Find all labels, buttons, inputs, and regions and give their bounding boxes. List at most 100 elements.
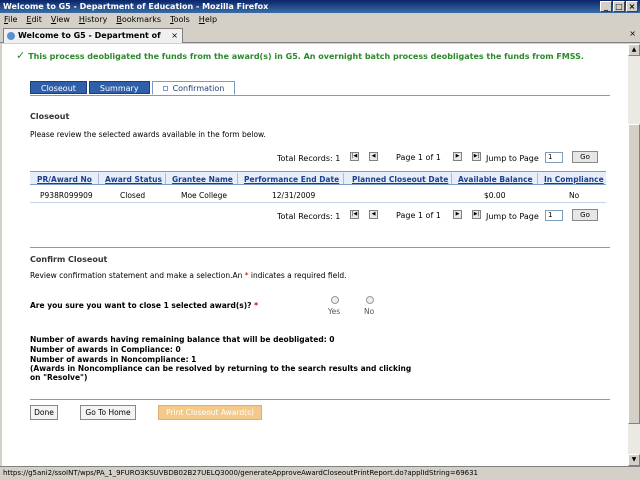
- next-page-icon[interactable]: ▶: [453, 152, 462, 161]
- tabs-divider: [30, 95, 610, 96]
- required-mark: *: [254, 301, 259, 310]
- minimize-button[interactable]: _: [600, 1, 612, 12]
- go-button[interactable]: Go: [572, 209, 598, 221]
- jump-page-input[interactable]: 1: [545, 210, 563, 221]
- stat-compliance: Number of awards in Compliance: 0: [30, 345, 181, 354]
- closeout-heading: Closeout: [30, 112, 70, 121]
- checkmark-icon: ✓: [16, 49, 26, 62]
- yes-label: Yes: [328, 307, 341, 316]
- yes-radio[interactable]: [331, 296, 339, 304]
- stat-noncompliance: Number of awards in Noncompliance: 1: [30, 355, 197, 364]
- cell-available-balance: $0.00: [484, 191, 506, 200]
- site-favicon-icon: [7, 32, 15, 40]
- noncompliance-note-line2: on "Resolve"): [30, 373, 88, 382]
- cell-award-status: Closed: [120, 191, 146, 200]
- status-bar: https://g5ani2/ssoINT/wps/PA_1_9FURO3KSU…: [0, 466, 640, 480]
- window-title: Welcome to G5 - Department of Education …: [3, 2, 269, 11]
- column-divider: [98, 173, 99, 184]
- col-in-compliance[interactable]: In Compliance: [544, 175, 604, 184]
- closeout-instructions: Please review the selected awards availa…: [30, 130, 266, 139]
- scroll-up-icon[interactable]: ▲: [628, 44, 640, 56]
- print-closeout-list-button[interactable]: Print Closeout Award(s) List: [158, 405, 262, 430]
- noncompliance-note-line1: (Awards in Noncompliance can be resolved…: [30, 364, 412, 373]
- first-page-icon[interactable]: |◀: [350, 152, 359, 161]
- instructions-post: indicates a required field.: [248, 271, 347, 280]
- stat-remaining-balance: Number of awards having remaining balanc…: [30, 335, 335, 344]
- page-content: ✓ This process deobligated the funds from…: [2, 44, 628, 466]
- tab-close-icon[interactable]: ×: [171, 29, 178, 42]
- menu-bar: File Edit View History Bookmarks Tools H…: [0, 13, 640, 26]
- menu-edit[interactable]: Edit: [26, 13, 42, 26]
- success-message: ✓ This process deobligated the funds from…: [16, 49, 584, 62]
- total-records: Total Records: 1: [277, 212, 341, 221]
- page-icon: [162, 86, 168, 91]
- last-page-icon[interactable]: ▶|: [472, 152, 481, 161]
- no-label: No: [364, 307, 375, 316]
- tab-confirmation-label: Confirmation: [172, 84, 225, 93]
- confirm-instructions: Review confirmation statement and make a…: [30, 271, 347, 280]
- column-divider: [237, 173, 238, 184]
- tab-summary[interactable]: Summary: [88, 81, 150, 94]
- confirm-heading: Confirm Closeout: [30, 255, 108, 264]
- col-award-no[interactable]: PR/Award No: [37, 175, 92, 184]
- jump-to-page-label: Jump to Page: [486, 212, 539, 221]
- prev-page-icon[interactable]: ◀: [369, 152, 378, 161]
- column-divider: [343, 173, 344, 184]
- awards-table-header: PR/Award No Award Status Grantee Name Pe…: [30, 171, 606, 185]
- close-window-button[interactable]: ×: [626, 1, 638, 12]
- cell-award-no: P938R099909: [40, 191, 93, 200]
- browser-tab-bar: Welcome to G5 - Department of Edu... ×: [0, 26, 640, 53]
- close-tab-icon[interactable]: ×: [629, 29, 636, 38]
- col-performance-end-date[interactable]: Performance End Date: [244, 175, 339, 184]
- pager-top: Total Records: 1 |◀ ◀ Page 1 of 1 ▶ ▶| J…: [2, 151, 628, 165]
- pager-bottom: Total Records: 1 |◀ ◀ Page 1 of 1 ▶ ▶| J…: [2, 209, 628, 223]
- menu-view[interactable]: View: [51, 13, 70, 26]
- menu-history[interactable]: History: [79, 13, 107, 26]
- go-to-home-button[interactable]: Go To Home: [80, 405, 136, 420]
- menu-help[interactable]: Help: [199, 13, 217, 26]
- column-divider: [165, 173, 166, 184]
- cell-grantee-name: Moe College: [181, 191, 228, 200]
- col-grantee-name[interactable]: Grantee Name: [172, 175, 233, 184]
- first-page-icon[interactable]: |◀: [350, 210, 359, 219]
- question-text: Are you sure you want to close 1 selecte…: [30, 301, 252, 310]
- process-tabs: Closeout Summary Confirmation: [30, 81, 236, 95]
- col-available-balance[interactable]: Available Balance: [458, 175, 533, 184]
- vertical-scrollbar[interactable]: ▲ ▼: [628, 44, 640, 466]
- maximize-button[interactable]: □: [613, 1, 625, 12]
- status-url: https://g5ani2/ssoINT/wps/PA_1_9FURO3KSU…: [3, 469, 479, 477]
- page-indicator: Page 1 of 1: [396, 153, 441, 162]
- go-button[interactable]: Go: [572, 151, 598, 163]
- last-page-icon[interactable]: ▶|: [472, 210, 481, 219]
- done-button[interactable]: Done: [30, 405, 58, 420]
- menu-file[interactable]: File: [4, 13, 17, 26]
- success-text: This process deobligated the funds from …: [28, 52, 584, 61]
- cell-performance-end-date: 12/31/2009: [272, 191, 316, 200]
- menu-bookmarks[interactable]: Bookmarks: [116, 13, 161, 26]
- no-radio[interactable]: [366, 296, 374, 304]
- section-divider: [30, 247, 610, 248]
- total-records: Total Records: 1: [277, 154, 341, 163]
- page-indicator: Page 1 of 1: [396, 211, 441, 220]
- browser-tab[interactable]: Welcome to G5 - Department of Edu... ×: [3, 28, 183, 53]
- window-title-bar: Welcome to G5 - Department of Education …: [0, 0, 640, 13]
- tab-confirmation[interactable]: Confirmation: [151, 81, 236, 95]
- scroll-down-icon[interactable]: ▼: [628, 454, 640, 466]
- buttons-divider: [30, 399, 610, 400]
- scroll-thumb[interactable]: [628, 124, 640, 424]
- jump-to-page-label: Jump to Page: [486, 154, 539, 163]
- menu-tools[interactable]: Tools: [170, 13, 190, 26]
- col-planned-closeout-date[interactable]: Planned Closeout Date: [352, 175, 448, 184]
- jump-page-input[interactable]: 1: [545, 152, 563, 163]
- column-divider: [537, 173, 538, 184]
- window-controls: _ □ ×: [600, 1, 638, 12]
- column-divider: [451, 173, 452, 184]
- confirm-question: Are you sure you want to close 1 selecte…: [30, 301, 258, 310]
- col-award-status[interactable]: Award Status: [105, 175, 162, 184]
- table-row: P938R099909 Closed Moe College 12/31/200…: [30, 187, 606, 203]
- cell-in-compliance: No: [569, 191, 580, 200]
- next-page-icon[interactable]: ▶: [453, 210, 462, 219]
- prev-page-icon[interactable]: ◀: [369, 210, 378, 219]
- tab-closeout[interactable]: Closeout: [30, 81, 87, 94]
- instructions-pre: Review confirmation statement and make a…: [30, 271, 245, 280]
